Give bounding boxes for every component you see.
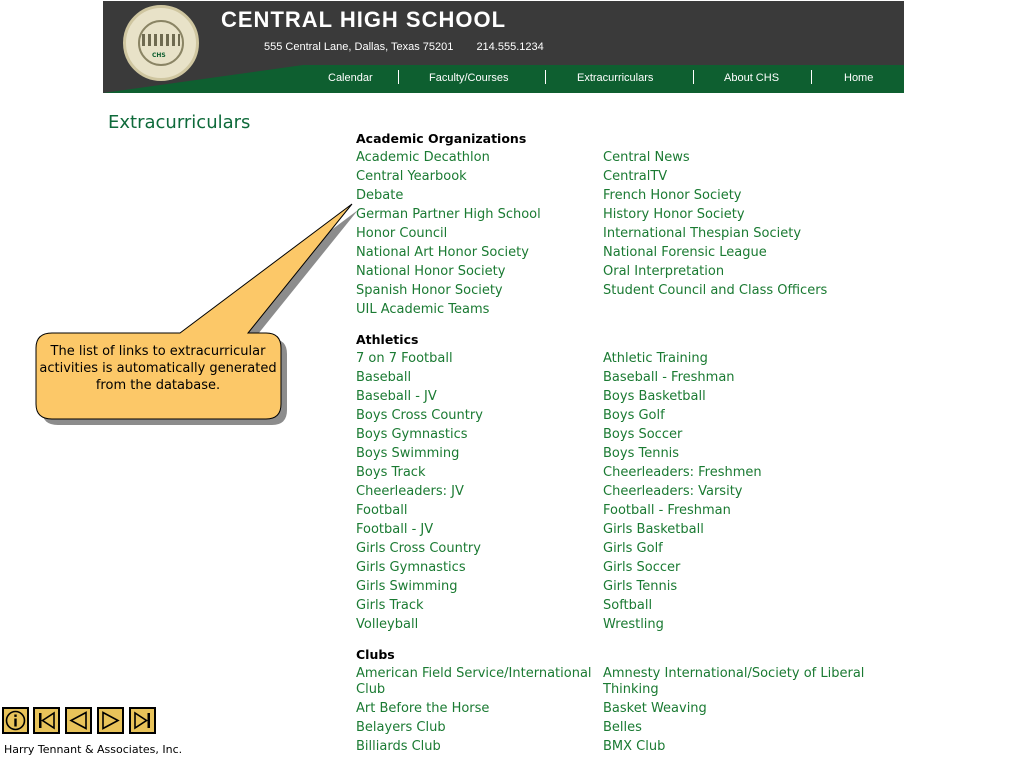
activity-link[interactable]: Football - JV xyxy=(356,522,603,538)
activity-link[interactable]: National Honor Society xyxy=(356,264,603,280)
nav-separator xyxy=(811,70,812,84)
activity-link[interactable]: National Art Honor Society xyxy=(356,245,603,261)
school-name: CENTRAL HIGH SCHOOL xyxy=(221,7,507,32)
activity-link[interactable]: Cheerleaders: Freshmen xyxy=(603,465,883,481)
company-credit: Harry Tennant & Associates, Inc. xyxy=(4,743,183,756)
activity-link[interactable]: History Honor Society xyxy=(603,207,883,223)
nav-about-chs[interactable]: About CHS xyxy=(724,72,779,84)
activity-link[interactable]: CentralTV xyxy=(603,169,883,185)
activity-link[interactable]: Baseball - Freshman xyxy=(603,370,883,386)
activity-link[interactable]: Central Yearbook xyxy=(356,169,603,185)
activity-link[interactable]: Football xyxy=(356,503,603,519)
activity-link[interactable]: Boys Tennis xyxy=(603,446,883,462)
activity-link[interactable]: Oral Interpretation xyxy=(603,264,883,280)
activity-link[interactable]: Billiards Club xyxy=(356,739,603,755)
callout-text: The list of links to extracurricular act… xyxy=(39,344,277,393)
activity-link[interactable]: 7 on 7 Football xyxy=(356,351,603,367)
nav-home[interactable]: Home xyxy=(844,72,873,84)
activity-link[interactable]: Cheerleaders: Varsity xyxy=(603,484,883,500)
activity-link[interactable]: BMX Club xyxy=(603,739,883,755)
section-heading: Clubs xyxy=(356,647,395,662)
seal-text: CHS xyxy=(152,52,166,59)
section-heading: Athletics xyxy=(356,332,419,347)
activity-link[interactable]: Art Before the Horse xyxy=(356,701,603,717)
school-address: 555 Central Lane, Dallas, Texas 75201 xyxy=(264,41,454,53)
activity-link[interactable]: Spanish Honor Society xyxy=(356,283,603,299)
activity-link[interactable]: Girls Basketball xyxy=(603,522,883,538)
activity-link[interactable]: Academic Decathlon xyxy=(356,150,603,166)
activity-link[interactable]: National Forensic League xyxy=(603,245,883,261)
activity-link[interactable]: Boys Basketball xyxy=(603,389,883,405)
activity-link[interactable]: Girls Golf xyxy=(603,541,883,557)
activity-link[interactable]: Baseball - JV xyxy=(356,389,603,405)
nav-extracurriculars[interactable]: Extracurriculars xyxy=(577,72,653,84)
activity-link[interactable]: Cheerleaders: JV xyxy=(356,484,603,500)
extracurricular-list: Academic Organizations Academic Decathlon… xyxy=(356,131,916,769)
main-nav: Calendar Faculty/Courses Extracurricular… xyxy=(303,65,904,93)
activity-link[interactable]: Athletic Training xyxy=(603,351,883,367)
activity-link[interactable]: Belayers Club xyxy=(356,720,603,736)
section-heading: Academic Organizations xyxy=(356,131,527,146)
school-phone: 214.555.1234 xyxy=(476,41,544,53)
seal-building-icon xyxy=(142,34,180,46)
activity-link[interactable]: Amnesty International/Society of Liberal… xyxy=(603,666,883,698)
previous-slide-icon[interactable] xyxy=(65,707,92,734)
school-contact: 555 Central Lane, Dallas, Texas 75201 21… xyxy=(264,41,544,53)
activity-link[interactable]: Volleyball xyxy=(356,617,603,633)
activity-link[interactable]: Boys Track xyxy=(356,465,603,481)
link-grid: Academic Decathlon Central News Central Ye… xyxy=(356,150,916,318)
activity-link[interactable]: Boys Swimming xyxy=(356,446,603,462)
activity-link[interactable]: UIL Academic Teams xyxy=(356,302,603,318)
activity-link[interactable]: Boys Gymnastics xyxy=(356,427,603,443)
activity-link[interactable]: Girls Swimming xyxy=(356,579,603,595)
section-clubs: Clubs American Field Service/Internationa… xyxy=(356,647,916,755)
site-header: CHS CENTRAL HIGH SCHOOL 555 Central Lane… xyxy=(103,1,904,93)
activity-link[interactable]: Softball xyxy=(603,598,883,614)
nav-separator xyxy=(398,70,399,84)
activity-link[interactable]: Central News xyxy=(603,150,883,166)
school-seal-logo: CHS xyxy=(123,5,199,81)
activity-link[interactable]: Student Council and Class Officers xyxy=(603,283,883,299)
nav-separator xyxy=(693,70,694,84)
link-grid: 7 on 7 Football Athletic Training Baseball… xyxy=(356,351,916,633)
activity-link[interactable]: American Field Service/International Clu… xyxy=(356,666,603,698)
activity-link[interactable]: German Partner High School xyxy=(356,207,603,223)
next-slide-icon[interactable] xyxy=(97,707,124,734)
activity-link[interactable]: Belles xyxy=(603,720,883,736)
section-athletics: Athletics 7 on 7 Football Athletic Trainin… xyxy=(356,332,916,633)
activity-link[interactable]: Girls Track xyxy=(356,598,603,614)
activity-link[interactable]: Boys Golf xyxy=(603,408,883,424)
first-slide-icon[interactable] xyxy=(33,707,60,734)
activity-link[interactable]: Girls Gymnastics xyxy=(356,560,603,576)
activity-link[interactable]: Boys Soccer xyxy=(603,427,883,443)
activity-link[interactable]: Boys Cross Country xyxy=(356,408,603,424)
activity-link[interactable]: Wrestling xyxy=(603,617,883,633)
activity-link[interactable]: Girls Tennis xyxy=(603,579,883,595)
section-academic-organizations: Academic Organizations Academic Decathlon… xyxy=(356,131,916,318)
activity-link[interactable]: Girls Soccer xyxy=(603,560,883,576)
link-grid: American Field Service/International Clu… xyxy=(356,666,916,755)
info-icon[interactable] xyxy=(2,707,29,734)
nav-separator xyxy=(545,70,546,84)
activity-link[interactable]: International Thespian Society xyxy=(603,226,883,242)
activity-link[interactable]: Baseball xyxy=(356,370,603,386)
page-title: Extracurriculars xyxy=(108,112,251,133)
activity-link[interactable]: Basket Weaving xyxy=(603,701,883,717)
nav-faculty-courses[interactable]: Faculty/Courses xyxy=(429,72,508,84)
nav-calendar[interactable]: Calendar xyxy=(328,72,373,84)
activity-link[interactable]: French Honor Society xyxy=(603,188,883,204)
activity-link[interactable]: Football - Freshman xyxy=(603,503,883,519)
last-slide-icon[interactable] xyxy=(129,707,156,734)
activity-link[interactable]: Girls Cross Country xyxy=(356,541,603,557)
activity-link[interactable]: Debate xyxy=(356,188,603,204)
activity-link[interactable]: Honor Council xyxy=(356,226,603,242)
